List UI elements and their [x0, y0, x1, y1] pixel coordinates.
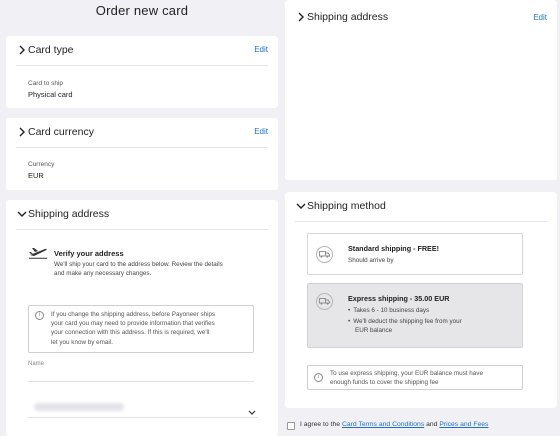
shipping-address-header[interactable]: Shipping address — [16, 200, 268, 230]
chevron-right-icon[interactable] — [295, 11, 307, 23]
address-change-notice: i If you change the shipping address, be… — [28, 305, 254, 353]
shipping-address-summary-title: Shipping address — [307, 11, 389, 23]
agree-prefix: I agree to the — [300, 421, 341, 428]
card-type-edit-link[interactable]: Edit — [254, 45, 268, 54]
left-column: Order new card Card type Edit Card to sh… — [6, 0, 278, 436]
shipping-method-header[interactable]: Shipping method — [295, 192, 547, 222]
express-bullet-deduct: We'll deduct the shipping fee from your — [348, 317, 462, 326]
info-icon: i — [35, 311, 44, 320]
notice-line: If you change the shipping address, befo… — [51, 311, 216, 318]
notice-line: let you know by email. — [51, 338, 113, 346]
card-terms-link[interactable]: Card Terms and Conditions — [342, 421, 424, 428]
right-column: Shipping address Edit Shipping method St… — [285, 0, 557, 436]
shipping-address-section: Shipping address Verify your address We'… — [6, 200, 278, 436]
agreement-text: I agree to the Card Terms and Conditions… — [300, 421, 488, 428]
card-currency-title: Card currency — [28, 126, 94, 138]
chevron-down-icon[interactable] — [295, 200, 307, 212]
plane-icon — [28, 245, 48, 259]
agree-checkbox[interactable] — [287, 422, 295, 430]
shipping-address-summary-header[interactable]: Shipping address Edit — [295, 4, 547, 34]
page-title: Order new card — [95, 3, 189, 18]
express-notice-line-2: enough funds to cover the shipping fee — [330, 379, 439, 386]
express-shipping-option[interactable]: Express shipping - 35.00 EUR Takes 6 - 1… — [307, 283, 523, 348]
shipping-method-section: Shipping method Standard shipping - FREE… — [285, 192, 557, 408]
standard-shipping-subtitle: Should arrive by — [348, 257, 394, 264]
express-bullet-deduct-cont: EUR balance — [355, 327, 393, 334]
card-type-section: Card type Edit Card to ship Physical car… — [6, 36, 278, 108]
card-to-ship-label: Card to ship — [28, 80, 64, 87]
prices-fees-link[interactable]: Prices and Fees — [439, 421, 488, 428]
express-balance-notice: i To use express shipping, your EUR bala… — [307, 365, 523, 390]
card-type-title: Card type — [28, 44, 74, 56]
notice-line: your card you may need to provide inform… — [51, 320, 215, 328]
info-icon: i — [314, 373, 323, 382]
currency-label: Currency — [28, 161, 55, 168]
notice-text: If you change the shipping address, befo… — [51, 310, 215, 347]
name-field-underline — [28, 381, 254, 382]
card-currency-header[interactable]: Card currency Edit — [16, 118, 268, 148]
country-select[interactable] — [28, 396, 258, 418]
shipping-address-edit-link[interactable]: Edit — [533, 13, 547, 22]
truck-icon — [316, 293, 333, 310]
standard-shipping-option[interactable]: Standard shipping - FREE! Should arrive … — [307, 233, 523, 275]
name-label: Name — [28, 361, 45, 367]
chevron-down-icon[interactable] — [16, 208, 28, 220]
card-currency-edit-link[interactable]: Edit — [254, 127, 268, 136]
standard-shipping-title: Standard shipping - FREE! — [348, 244, 440, 253]
agree-and: and — [426, 421, 438, 428]
card-type-header[interactable]: Card type Edit — [16, 36, 268, 66]
shipping-method-title: Shipping method — [307, 200, 386, 212]
verify-address-text-1: We'll ship your card to the address belo… — [54, 261, 223, 268]
chevron-right-icon[interactable] — [16, 44, 28, 56]
chevron-right-icon[interactable] — [16, 126, 28, 138]
express-shipping-title: Express shipping - 35.00 EUR — [348, 294, 450, 303]
express-notice-line-1: To use express shipping, your EUR balanc… — [330, 370, 483, 377]
verify-address-title: Verify your address — [54, 249, 124, 258]
country-select-value — [34, 403, 124, 411]
truck-icon — [316, 246, 333, 263]
verify-address-text-2: and make any necessary changes. — [54, 270, 152, 277]
select-underline — [28, 417, 258, 418]
express-bullet-duration: Takes 6 - 10 business days — [348, 306, 429, 315]
shipping-address-summary: Shipping address Edit — [285, 0, 557, 180]
notice-line: your connection with this address. If th… — [51, 329, 210, 337]
card-to-ship-value: Physical card — [28, 90, 73, 99]
shipping-address-title: Shipping address — [28, 208, 110, 220]
currency-value: EUR — [28, 171, 44, 180]
chevron-down-icon[interactable] — [248, 403, 256, 421]
card-currency-section: Card currency Edit Currency EUR — [6, 118, 278, 190]
